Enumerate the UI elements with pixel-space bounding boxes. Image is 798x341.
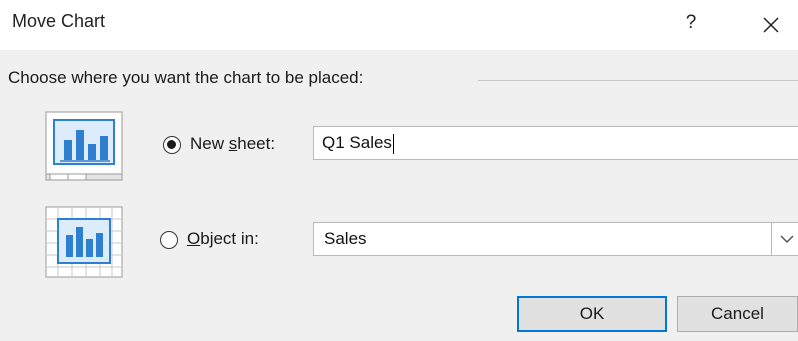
object-in-radio[interactable]	[160, 231, 178, 249]
object-in-sheet-select[interactable]: Sales	[313, 222, 798, 256]
chevron-down-icon	[780, 235, 794, 244]
text-caret	[392, 133, 394, 154]
help-button[interactable]: ?	[676, 6, 706, 40]
new-sheet-radio[interactable]	[163, 136, 181, 154]
object-in-label-accel: O	[187, 229, 201, 248]
section-header: Choose where you want the chart to be pl…	[8, 68, 798, 92]
cancel-button[interactable]: Cancel	[677, 296, 798, 332]
section-divider	[478, 80, 798, 81]
new-sheet-label-accel: s	[228, 134, 238, 153]
close-button[interactable]	[753, 8, 789, 42]
title-bar: Move Chart ?	[0, 0, 798, 50]
new-sheet-name-value: Q1 Sales	[322, 133, 392, 152]
dialog-title: Move Chart	[12, 11, 106, 31]
object-in-label-end: bject in:	[200, 229, 259, 248]
section-label: Choose where you want the chart to be pl…	[8, 68, 374, 88]
close-icon	[763, 17, 779, 33]
new-sheet-label-end: heet:	[237, 134, 276, 153]
object-in-sheet-value: Sales	[324, 229, 367, 248]
new-sheet-label-start: New	[190, 134, 229, 153]
new-sheet-label[interactable]: New sheet:	[190, 134, 275, 154]
new-sheet-name-input[interactable]: Q1 Sales	[313, 126, 798, 160]
object-in-label[interactable]: Object in:	[187, 229, 259, 249]
embedded-chart-icon	[44, 205, 124, 278]
dialog-body: Choose where you want the chart to be pl…	[0, 50, 798, 341]
chart-sheet-icon	[44, 110, 124, 181]
ok-button[interactable]: OK	[517, 296, 667, 332]
dropdown-button[interactable]	[771, 223, 798, 255]
